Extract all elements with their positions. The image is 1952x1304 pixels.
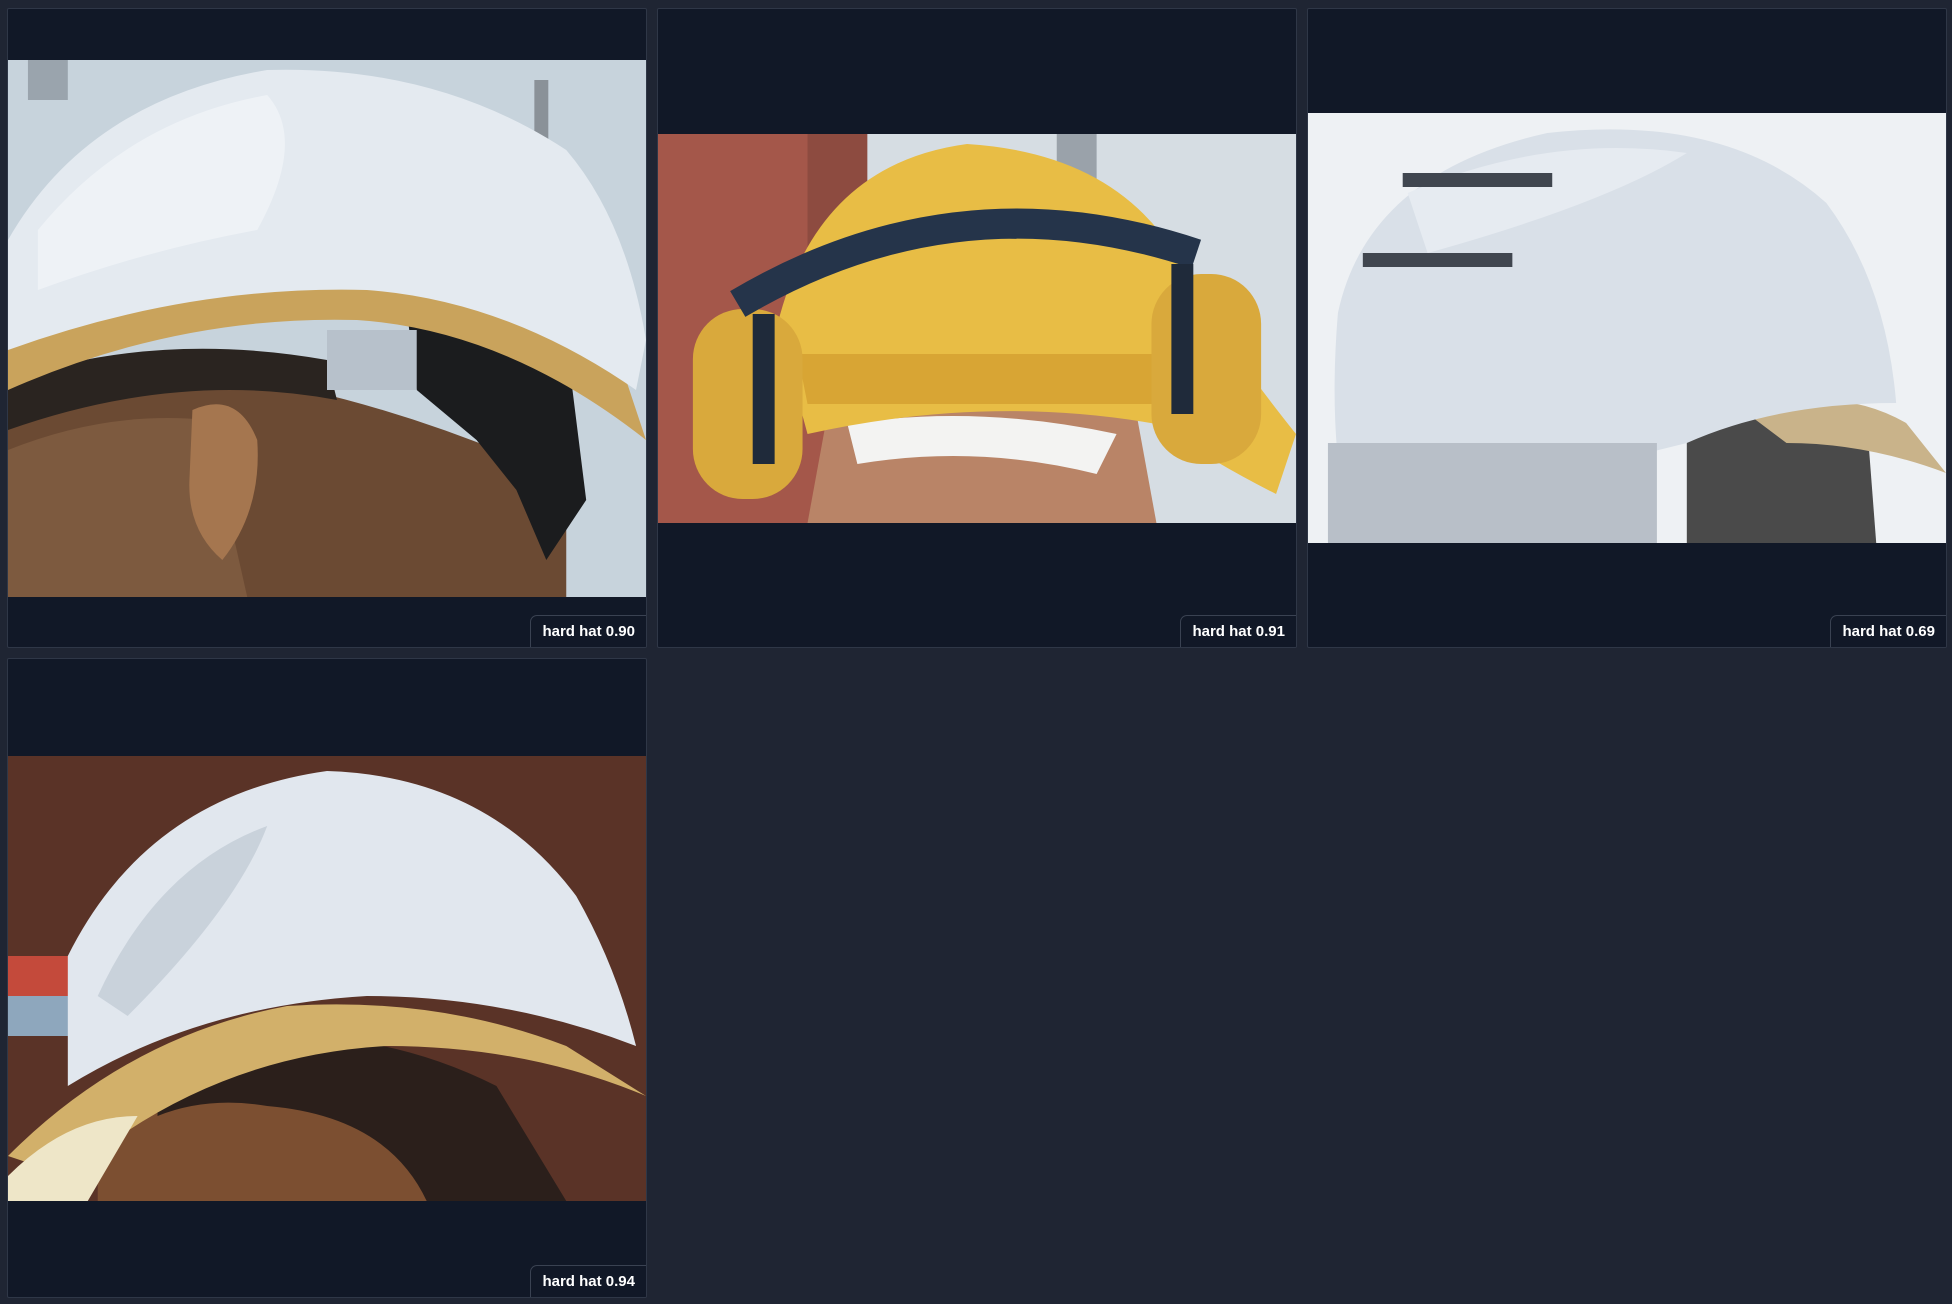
detection-label: hard hat 0.91: [1180, 615, 1296, 647]
detection-crop-image: [8, 756, 646, 1201]
detection-crop-image: [8, 60, 646, 597]
detection-label: hard hat 0.69: [1830, 615, 1946, 647]
detection-tile[interactable]: hard hat 0.90: [7, 8, 647, 648]
detection-label: hard hat 0.94: [530, 1265, 646, 1297]
detection-label: hard hat 0.90: [530, 615, 646, 647]
detection-crop-image: [1308, 113, 1946, 543]
detection-tile[interactable]: hard hat 0.91: [657, 8, 1297, 648]
detection-tile[interactable]: hard hat 0.69: [1307, 8, 1947, 648]
detection-gallery: hard hat 0.90 hard hat 0.91 hard hat 0.6…: [7, 8, 1947, 1298]
detection-crop-image: [658, 134, 1296, 523]
detection-tile[interactable]: hard hat 0.94: [7, 658, 647, 1298]
